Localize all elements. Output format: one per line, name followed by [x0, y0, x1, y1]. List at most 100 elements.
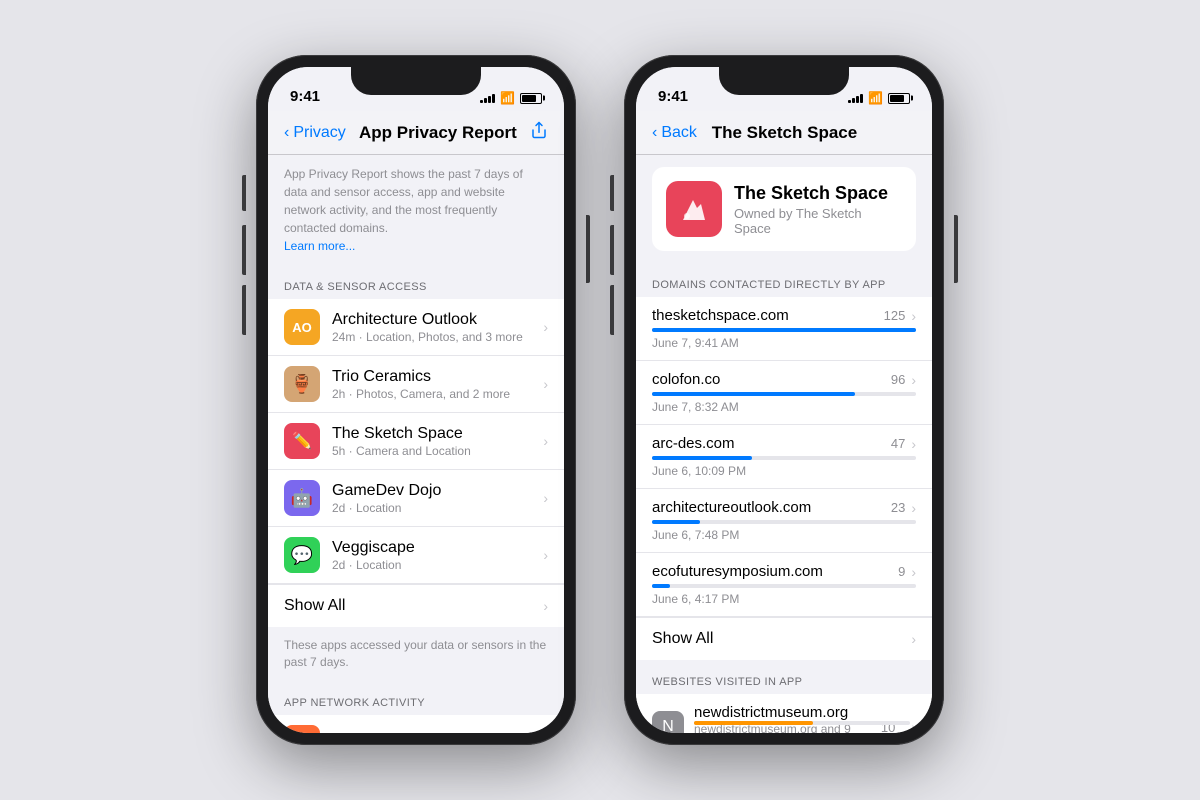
domain-item-1[interactable]: colofon.co 96 › June 7, 8:32 AM	[636, 361, 932, 425]
power-button	[586, 215, 590, 283]
domain-bar-2	[652, 456, 916, 460]
scene: 9:41 📶 ‹ Pri	[256, 55, 944, 745]
domain-name-1: colofon.co	[652, 371, 891, 388]
nav-bar-left: ‹ Privacy App Privacy Report	[268, 111, 564, 155]
back-label-right[interactable]: Back	[661, 124, 697, 142]
domain-item-0[interactable]: thesketchspace.com 125 › June 7, 9:41 AM	[636, 297, 932, 361]
domain-name-4: ecofuturesymposium.com	[652, 563, 898, 580]
bar-website-trio	[694, 721, 910, 725]
wifi-icon: 📶	[500, 91, 515, 105]
app-icon-ndm: NM	[284, 725, 320, 733]
list-item-sketch[interactable]: ✏️ The Sketch Space 5h · Camera and Loca…	[268, 413, 564, 470]
nav-title-right: The Sketch Space	[712, 123, 858, 143]
chevron-d4: ›	[911, 564, 916, 580]
domain-bar-4	[652, 584, 916, 588]
list-item-veggi[interactable]: 💬 Veggiscape 2d · Location ›	[268, 527, 564, 584]
domain-item-3[interactable]: architectureoutlook.com 23 › June 6, 7:4…	[636, 489, 932, 553]
battery-icon-r	[888, 93, 910, 104]
status-time-right: 9:41	[658, 88, 688, 105]
domain-count-2: 47	[891, 436, 905, 451]
bar-fill-website-trio	[694, 721, 813, 725]
domain-count-3: 23	[891, 500, 905, 515]
domain-date-2: June 6, 10:09 PM	[652, 464, 916, 478]
domain-bar-fill-4	[652, 584, 670, 588]
domain-bar-fill-3	[652, 520, 700, 524]
network-list: NM New District Museum 46 ›	[268, 715, 564, 733]
domain-bar-fill-1	[652, 392, 855, 396]
back-label-left[interactable]: Privacy	[293, 124, 345, 142]
domain-item-2[interactable]: arc-des.com 47 › June 6, 10:09 PM	[636, 425, 932, 489]
domain-bar-fill-2	[652, 456, 752, 460]
chevron-wndm: ›	[911, 719, 916, 733]
content-right: The Sketch Space Owned by The Sketch Spa…	[636, 155, 932, 733]
network-item-ndm[interactable]: NM New District Museum 46 ›	[268, 715, 564, 733]
volume-buttons-r	[610, 225, 614, 335]
phone-left: 9:41 📶 ‹ Pri	[256, 55, 576, 745]
data-sensor-list: AO Architecture Outlook 24m · Location, …	[268, 299, 564, 627]
domain-count-0: 125	[884, 308, 906, 323]
chevron-d2: ›	[911, 436, 916, 452]
app-icon-sketch: ✏️	[284, 423, 320, 459]
chevron-show-all: ›	[543, 598, 548, 614]
domain-date-3: June 6, 7:48 PM	[652, 528, 916, 542]
app-info-veggi: Veggiscape 2d · Location	[332, 539, 543, 572]
power-button-r	[954, 215, 958, 283]
website-item-ndm[interactable]: N newdistrictmuseum.org newdistrictmuseu…	[636, 694, 932, 733]
show-all-data-row[interactable]: Show All ›	[268, 584, 564, 627]
app-icon-veggi: 💬	[284, 537, 320, 573]
content-left: App Privacy Report shows the past 7 days…	[268, 155, 564, 733]
volume-buttons	[242, 225, 246, 335]
chevron-d3: ›	[911, 500, 916, 516]
share-button[interactable]	[530, 121, 548, 144]
domain-name-2: arc-des.com	[652, 435, 891, 452]
domain-name-3: architectureoutlook.com	[652, 499, 891, 516]
phone-right-screen: 9:41 📶 ‹ Bac	[636, 67, 932, 733]
app-sub-gamedev: 2d · Location	[332, 501, 543, 515]
domain-bar-0	[652, 328, 916, 332]
learn-more-link[interactable]: Learn more...	[284, 239, 355, 253]
app-name-veggi: Veggiscape	[332, 539, 543, 557]
status-icons-left: 📶	[480, 91, 542, 105]
app-icon-ao: AO	[284, 309, 320, 345]
section-domains-label: DOMAINS CONTACTED DIRECTLY BY APP	[636, 263, 932, 297]
app-detail-name: The Sketch Space	[734, 183, 902, 204]
domains-list: thesketchspace.com 125 › June 7, 9:41 AM…	[636, 297, 932, 660]
notch	[351, 67, 481, 95]
app-name-sketch: The Sketch Space	[332, 425, 543, 443]
back-chevron-icon: ‹	[284, 124, 289, 142]
domain-date-1: June 7, 8:32 AM	[652, 400, 916, 414]
list-item-trio[interactable]: 🏺 Trio Ceramics 2h · Photos, Camera, and…	[268, 356, 564, 413]
phone-left-screen: 9:41 📶 ‹ Pri	[268, 67, 564, 733]
app-icon-trio: 🏺	[284, 366, 320, 402]
back-button-left[interactable]: ‹ Privacy	[284, 124, 346, 142]
chevron-d0: ›	[911, 308, 916, 324]
footer-info-text: These apps accessed your data or sensors…	[268, 627, 564, 681]
back-button-right[interactable]: ‹ Back	[652, 124, 697, 142]
app-info-trio: Trio Ceramics 2h · Photos, Camera, and 2…	[332, 368, 543, 401]
website-name-ndm: newdistrictmuseum.org	[694, 704, 871, 721]
section-label-network: APP NETWORK ACTIVITY	[268, 681, 564, 715]
description-text: App Privacy Report shows the past 7 days…	[284, 167, 523, 235]
domain-bar-fill-0	[652, 328, 916, 332]
status-icons-right: 📶	[848, 91, 910, 105]
list-item-ao[interactable]: AO Architecture Outlook 24m · Location, …	[268, 299, 564, 356]
website-text-ndm: newdistrictmuseum.org newdistrictmuseum.…	[694, 704, 871, 733]
app-detail-info: The Sketch Space Owned by The Sketch Spa…	[734, 183, 902, 236]
domain-item-4[interactable]: ecofuturesymposium.com 9 › June 6, 4:17 …	[636, 553, 932, 617]
app-info-ao: Architecture Outlook 24m · Location, Pho…	[332, 311, 543, 344]
app-info-gamedev: GameDev Dojo 2d · Location	[332, 482, 543, 515]
nav-bar-right: ‹ Back The Sketch Space	[636, 111, 932, 155]
app-name-trio: Trio Ceramics	[332, 368, 543, 386]
app-sub-ao: 24m · Location, Photos, and 3 more	[332, 330, 543, 344]
domain-date-0: June 7, 9:41 AM	[652, 336, 916, 350]
app-name-ao: Architecture Outlook	[332, 311, 543, 329]
list-item-gamedev[interactable]: 🤖 GameDev Dojo 2d · Location ›	[268, 470, 564, 527]
chevron-gamedev: ›	[543, 490, 548, 506]
show-all-domains-row[interactable]: Show All ›	[636, 617, 932, 660]
chevron-veggi: ›	[543, 547, 548, 563]
domain-bar-1	[652, 392, 916, 396]
app-detail-owner: Owned by The Sketch Space	[734, 206, 902, 236]
chevron-d1: ›	[911, 372, 916, 388]
notch-r	[719, 67, 849, 95]
signal-icon	[480, 94, 495, 103]
